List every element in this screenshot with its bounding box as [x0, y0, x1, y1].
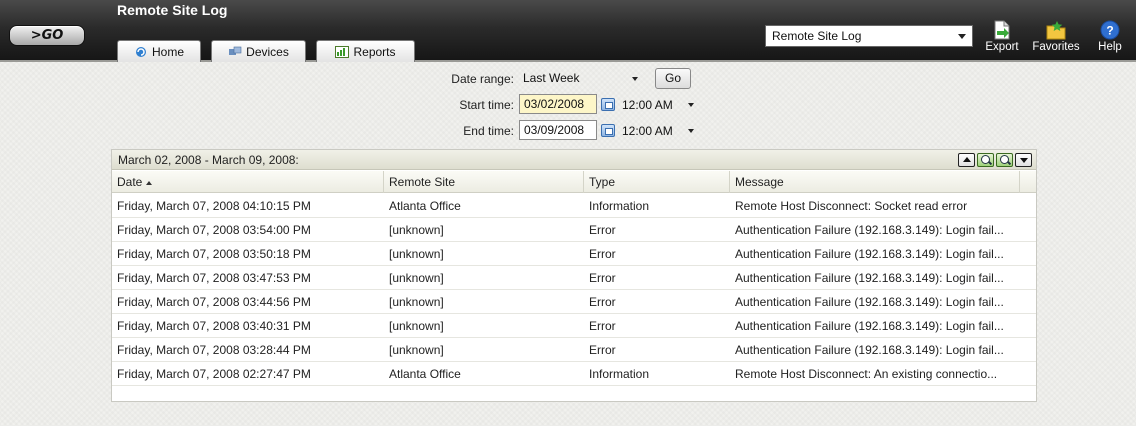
- sort-ascending-icon: [146, 180, 153, 185]
- home-icon: [134, 46, 148, 58]
- column-header-remote-site[interactable]: Remote Site: [384, 171, 584, 193]
- chevron-down-icon: [632, 77, 638, 81]
- start-time-value: 12:00 AM: [622, 98, 673, 112]
- grid-toolbar: [958, 153, 1032, 167]
- tab-reports[interactable]: Reports: [316, 40, 415, 62]
- tab-home[interactable]: Home: [117, 40, 201, 62]
- cell-remote-site: [unknown]: [389, 319, 444, 333]
- log-grid: March 02, 2008 - March 09, 2008: Date Re…: [111, 149, 1037, 402]
- site-select[interactable]: Remote Site Log: [765, 25, 973, 47]
- column-header-message[interactable]: Message: [730, 171, 1020, 193]
- cell-message: Remote Host Disconnect: Socket read erro…: [735, 199, 968, 213]
- grid-header: Date Remote Site Type Message: [112, 171, 1036, 193]
- devices-icon: [228, 46, 242, 58]
- cell-type: Error: [589, 223, 616, 237]
- cell-remote-site: Atlanta Office: [389, 367, 461, 381]
- cell-date: Friday, March 07, 2008 04:10:15 PM: [117, 199, 311, 213]
- cell-date: Friday, March 07, 2008 03:50:18 PM: [117, 247, 311, 261]
- chevron-down-icon: [958, 34, 966, 39]
- tab-devices[interactable]: Devices: [211, 40, 306, 62]
- svg-text:?: ?: [1106, 24, 1113, 38]
- chevron-down-icon: [688, 103, 694, 107]
- cell-type: Error: [589, 319, 616, 333]
- table-row[interactable]: Friday, March 07, 2008 04:10:15 PM Atlan…: [112, 194, 1036, 218]
- zoom-out-icon[interactable]: [996, 153, 1013, 167]
- calendar-icon[interactable]: [601, 98, 615, 111]
- cell-date: Friday, March 07, 2008 03:54:00 PM: [117, 223, 311, 237]
- cell-message: Authentication Failure (192.168.3.149): …: [735, 343, 1004, 357]
- favorites-button[interactable]: Favorites: [1028, 20, 1084, 53]
- cell-remote-site: [unknown]: [389, 271, 444, 285]
- cell-remote-site: Atlanta Office: [389, 199, 461, 213]
- date-range-select[interactable]: Last Week: [519, 69, 646, 89]
- cell-date: Friday, March 07, 2008 03:44:56 PM: [117, 295, 311, 309]
- table-row[interactable]: Friday, March 07, 2008 03:47:53 PM [unkn…: [112, 266, 1036, 290]
- cell-remote-site: [unknown]: [389, 295, 444, 309]
- favorites-label: Favorites: [1032, 41, 1080, 53]
- cell-message: Authentication Failure (192.168.3.149): …: [735, 271, 1004, 285]
- cell-type: Information: [589, 367, 650, 381]
- calendar-icon[interactable]: [601, 124, 615, 137]
- cell-type: Error: [589, 295, 616, 309]
- end-time-select[interactable]: 12:00 AM: [622, 121, 698, 141]
- date-range-value: Last Week: [523, 71, 580, 85]
- cell-type: Error: [589, 343, 616, 357]
- table-row[interactable]: Friday, March 07, 2008 03:50:18 PM [unkn…: [112, 242, 1036, 266]
- export-label: Export: [985, 41, 1019, 53]
- column-header-date[interactable]: Date: [112, 171, 384, 193]
- cell-type: Information: [589, 199, 650, 213]
- table-row[interactable]: Friday, March 07, 2008 03:54:00 PM [unkn…: [112, 218, 1036, 242]
- export-button[interactable]: Export: [980, 20, 1024, 53]
- tab-reports-label: Reports: [353, 44, 396, 59]
- tab-devices-label: Devices: [246, 44, 289, 59]
- column-header-date-label: Date: [117, 175, 143, 189]
- cell-message: Authentication Failure (192.168.3.149): …: [735, 247, 1004, 261]
- table-row[interactable]: Friday, March 07, 2008 02:27:47 PM Atlan…: [112, 362, 1036, 386]
- cell-message: Remote Host Disconnect: An existing conn…: [735, 367, 998, 381]
- grid-caption-text: March 02, 2008 - March 09, 2008:: [118, 153, 299, 167]
- date-range-label: Date range:: [451, 72, 514, 86]
- cell-date: Friday, March 07, 2008 03:28:44 PM: [117, 343, 311, 357]
- go-launcher-button[interactable]: >GO: [9, 25, 85, 46]
- cell-message: Authentication Failure (192.168.3.149): …: [735, 295, 1004, 309]
- cell-message: Authentication Failure (192.168.3.149): …: [735, 223, 1004, 237]
- cell-date: Friday, March 07, 2008 03:40:31 PM: [117, 319, 311, 333]
- help-icon: ?: [1100, 20, 1120, 40]
- cell-message: Authentication Failure (192.168.3.149): …: [735, 319, 1004, 333]
- start-time-label: Start time:: [459, 98, 514, 112]
- column-header-type[interactable]: Type: [584, 171, 730, 193]
- move-down-icon[interactable]: [1015, 153, 1032, 167]
- favorites-icon: [1046, 21, 1066, 40]
- end-date-input[interactable]: 03/09/2008: [519, 120, 597, 140]
- table-row[interactable]: Friday, March 07, 2008 03:28:44 PM [unkn…: [112, 338, 1036, 362]
- tab-home-label: Home: [151, 44, 184, 59]
- end-time-value: 12:00 AM: [622, 124, 673, 138]
- cell-remote-site: [unknown]: [389, 223, 444, 237]
- cell-date: Friday, March 07, 2008 02:27:47 PM: [117, 367, 311, 381]
- chevron-down-icon: [688, 129, 694, 133]
- start-date-input[interactable]: 03/02/2008: [519, 94, 597, 114]
- cell-remote-site: [unknown]: [389, 247, 444, 261]
- zoom-in-icon[interactable]: [977, 153, 994, 167]
- site-select-value: Remote Site Log: [772, 29, 862, 43]
- go-button[interactable]: Go: [655, 68, 691, 89]
- cell-type: Error: [589, 247, 616, 261]
- cell-type: Error: [589, 271, 616, 285]
- grid-caption: March 02, 2008 - March 09, 2008:: [112, 150, 1036, 170]
- reports-icon: [335, 45, 350, 58]
- move-up-icon[interactable]: [958, 153, 975, 167]
- export-icon: [994, 20, 1010, 40]
- help-button[interactable]: ? Help: [1090, 20, 1130, 53]
- page-title: Remote Site Log: [117, 2, 228, 18]
- start-time-select[interactable]: 12:00 AM: [622, 95, 698, 115]
- cell-remote-site: [unknown]: [389, 343, 444, 357]
- table-row[interactable]: Friday, March 07, 2008 03:40:31 PM [unkn…: [112, 314, 1036, 338]
- table-row[interactable]: Friday, March 07, 2008 03:44:56 PM [unkn…: [112, 290, 1036, 314]
- help-label: Help: [1098, 41, 1122, 53]
- top-bar: >GO Remote Site Log Home Devices Reports…: [0, 0, 1136, 62]
- grid-rows: Friday, March 07, 2008 04:10:15 PM Atlan…: [112, 194, 1036, 386]
- end-time-label: End time:: [463, 124, 514, 138]
- cell-date: Friday, March 07, 2008 03:47:53 PM: [117, 271, 311, 285]
